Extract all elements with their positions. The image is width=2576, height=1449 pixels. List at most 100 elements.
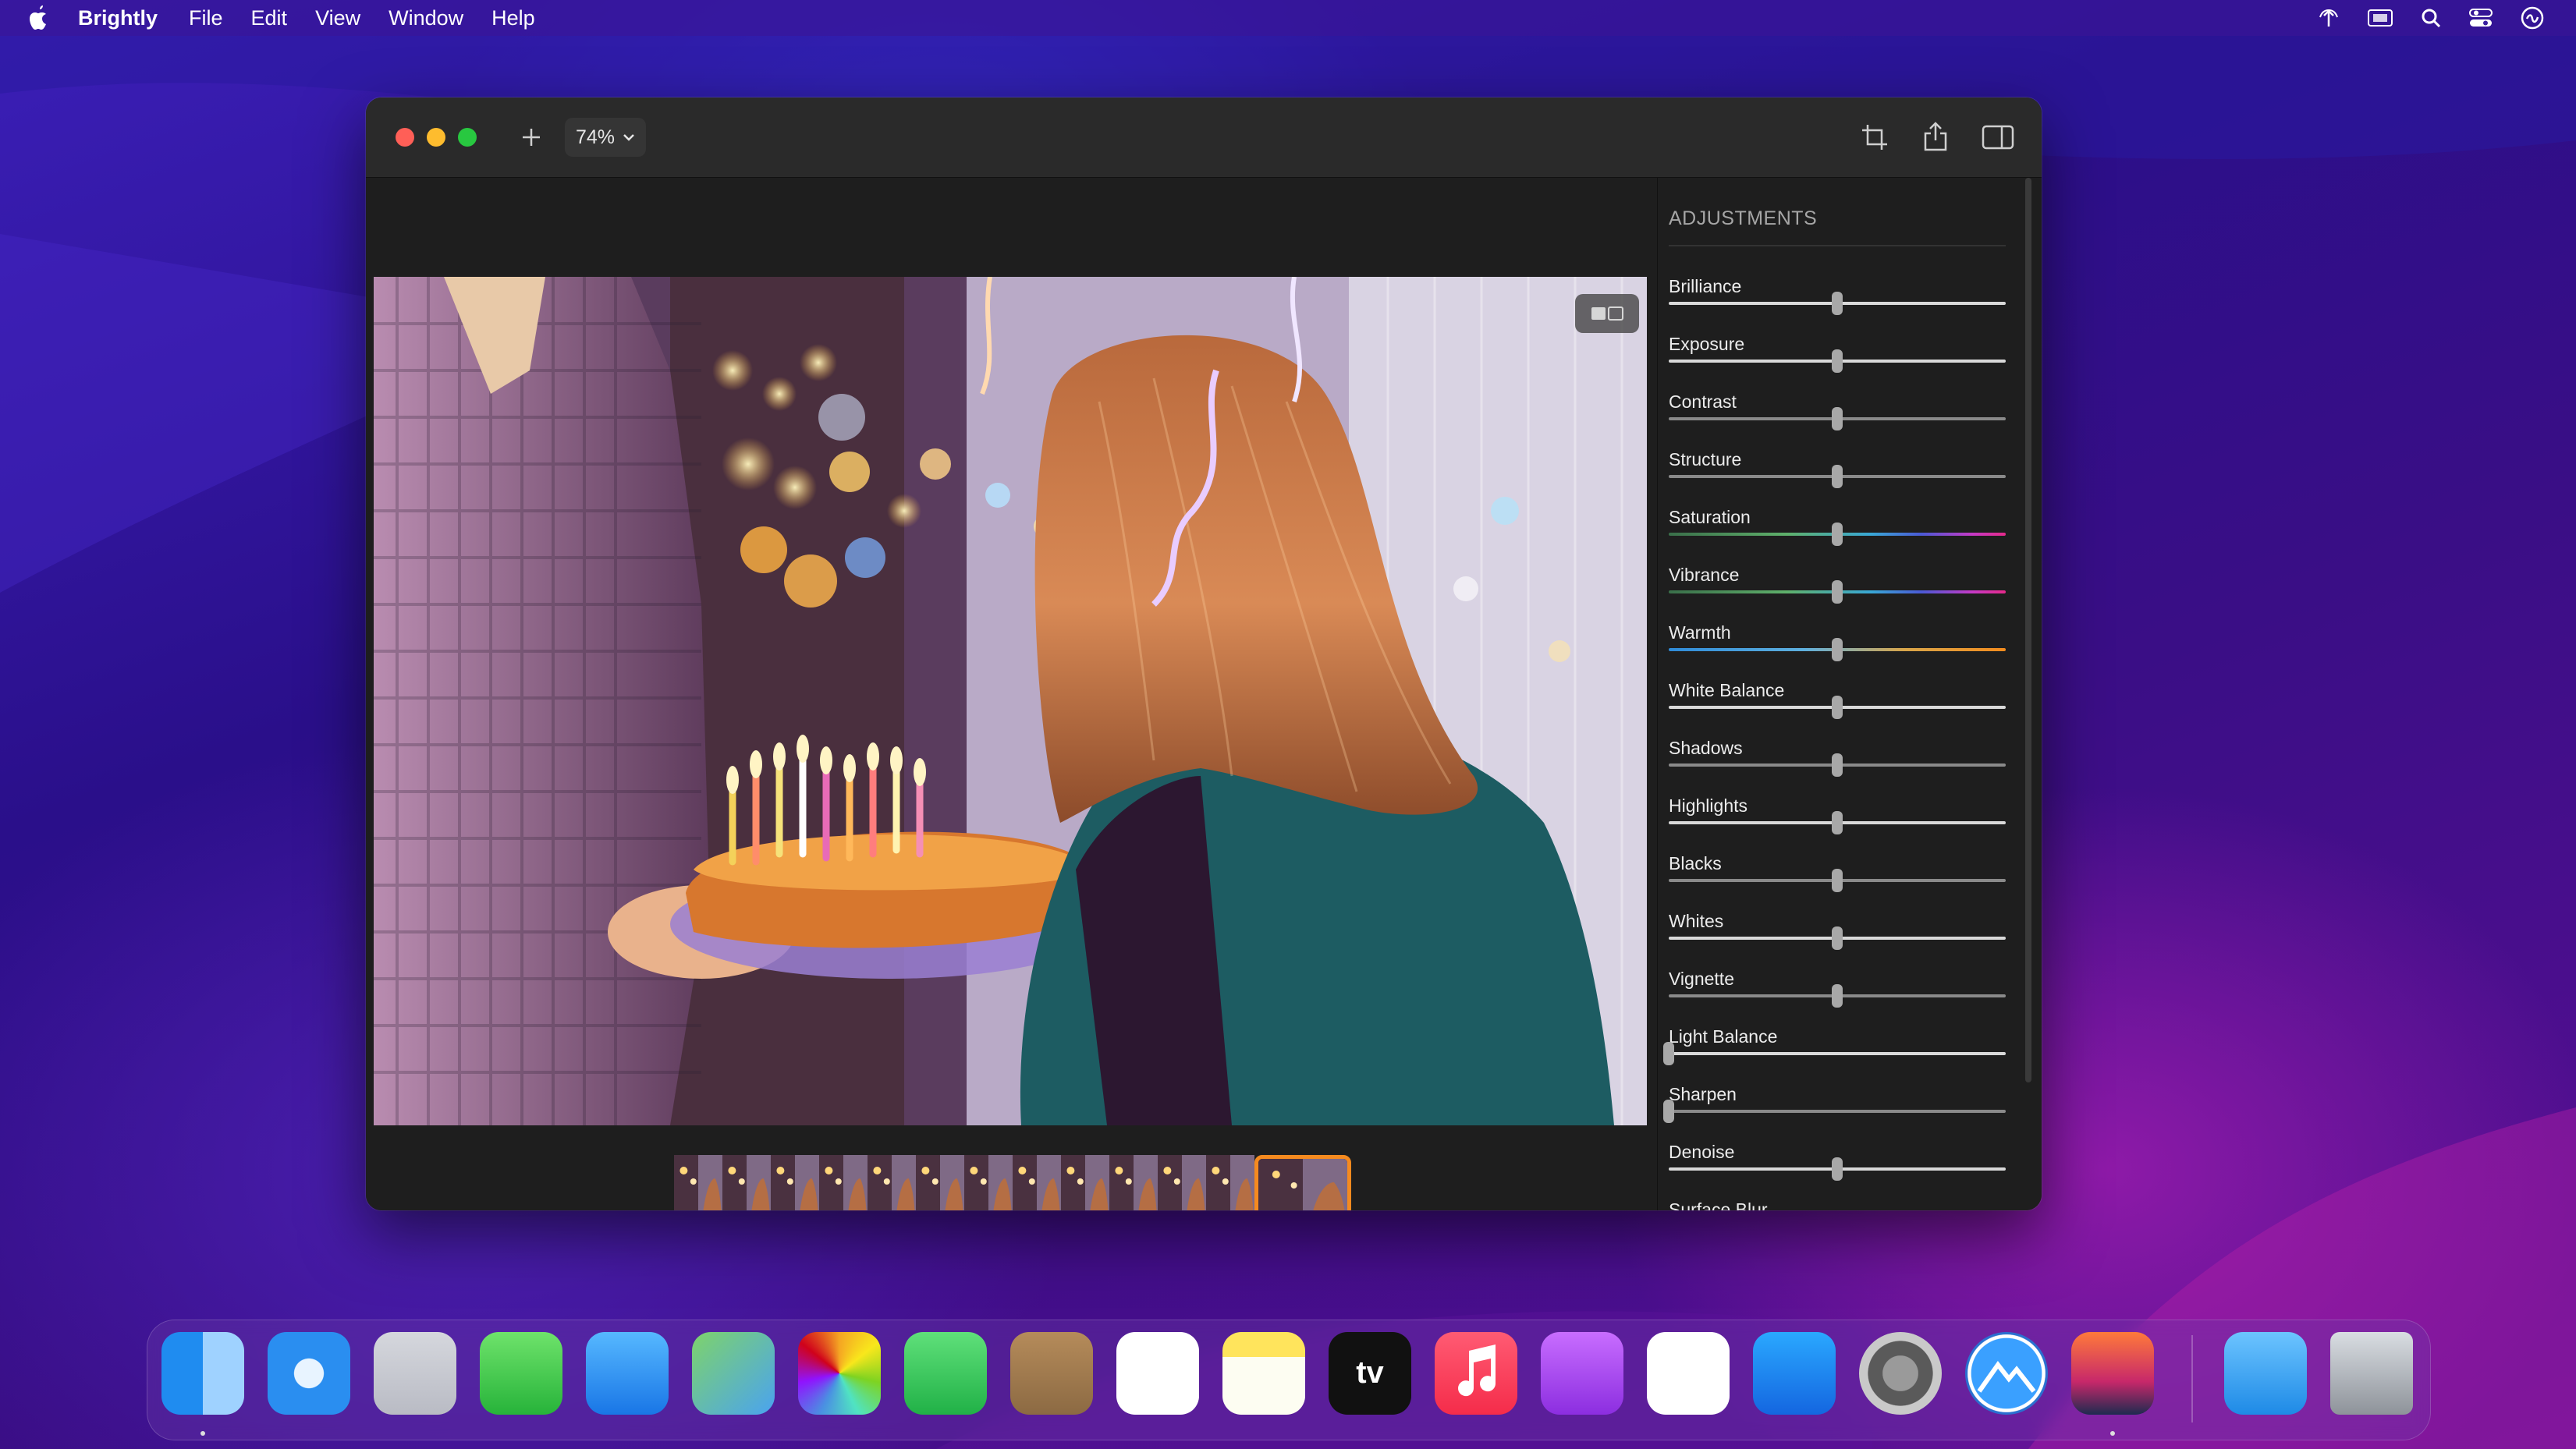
slider-thumb[interactable] — [1832, 984, 1843, 1008]
sidebar-toggle-button[interactable] — [1979, 122, 2017, 152]
slider-label: Structure — [1669, 449, 1742, 469]
slider-warmth: Warmth — [1669, 622, 2006, 680]
slider-label: Exposure — [1669, 334, 1745, 354]
slider-track[interactable] — [1669, 1110, 2006, 1113]
app-menu[interactable]: Brightly — [78, 6, 158, 30]
running-indicator — [200, 1431, 205, 1436]
maps-dock-icon[interactable] — [692, 1332, 775, 1415]
close-button[interactable] — [396, 128, 414, 147]
notes-dock-icon[interactable] — [1222, 1332, 1305, 1415]
news-dock-icon[interactable] — [1647, 1332, 1730, 1415]
sidebar-icon — [1982, 125, 2014, 150]
menu-file[interactable]: File — [189, 6, 223, 30]
downloads-folder-dock-icon[interactable] — [2224, 1332, 2307, 1415]
safari-dock-icon[interactable] — [268, 1332, 350, 1415]
slider-label: Saturation — [1669, 507, 1751, 527]
music-dock-icon[interactable] — [1435, 1332, 1517, 1415]
messages-dock-icon[interactable] — [480, 1332, 562, 1415]
status-area — [2317, 0, 2545, 36]
slider-thumb[interactable] — [1832, 753, 1843, 777]
slider-brilliance: Brilliance — [1669, 276, 2006, 334]
slider-thumb[interactable] — [1663, 1100, 1674, 1123]
slider-thumb[interactable] — [1832, 926, 1843, 950]
slider-thumb[interactable] — [1832, 1157, 1843, 1181]
launchpad-dock-icon[interactable] — [374, 1332, 456, 1415]
slider-thumb[interactable] — [1832, 407, 1843, 430]
slider-vignette: Vignette — [1669, 969, 2006, 1026]
slider-thumb[interactable] — [1832, 811, 1843, 834]
filmstrip-thumb[interactable] — [916, 1155, 964, 1210]
slider-thumb[interactable] — [1832, 869, 1843, 892]
slider-label: Denoise — [1669, 1142, 1735, 1162]
chevron-down-icon — [623, 134, 634, 141]
photo-preview[interactable] — [374, 277, 1647, 1125]
filmstrip-thumb[interactable] — [1061, 1155, 1109, 1210]
share-button[interactable] — [1918, 118, 1953, 155]
dock-separator — [2191, 1335, 2193, 1422]
airdrop-icon[interactable] — [2317, 6, 2340, 30]
slider-label: Sharpen — [1669, 1084, 1737, 1104]
menu-help[interactable]: Help — [491, 6, 535, 30]
photo-canvas — [366, 178, 1656, 1210]
finder-dock-icon[interactable] — [161, 1332, 244, 1415]
facetime-dock-icon[interactable] — [904, 1332, 987, 1415]
darkroom-dock-icon[interactable] — [2071, 1332, 2154, 1415]
tv-dock-icon[interactable]: tv — [1329, 1332, 1411, 1415]
keyboard-icon[interactable] — [2367, 8, 2393, 28]
menu-view[interactable]: View — [315, 6, 360, 30]
slider-label: Surface Blur — [1669, 1199, 1768, 1210]
filmstrip-thumb[interactable] — [722, 1155, 771, 1210]
slider-structure: Structure — [1669, 449, 2006, 507]
plus-icon — [523, 129, 540, 146]
slider-thumb[interactable] — [1832, 349, 1843, 373]
slider-label: Highlights — [1669, 795, 1747, 816]
tv-label: tv — [1356, 1355, 1384, 1390]
filmstrip-thumb[interactable] — [819, 1155, 868, 1210]
filmstrip-thumb[interactable] — [1109, 1155, 1158, 1210]
crop-button[interactable] — [1857, 120, 1892, 154]
filmstrip-thumb[interactable] — [964, 1155, 1013, 1210]
siri-icon[interactable] — [2520, 5, 2545, 30]
app-store-dock-icon[interactable] — [1753, 1332, 1836, 1415]
reminders-dock-icon[interactable] — [1116, 1332, 1199, 1415]
filmstrip-thumb[interactable] — [1158, 1155, 1206, 1210]
zoom-dropdown[interactable]: 74% — [565, 118, 646, 157]
system-settings-dock-icon[interactable] — [1859, 1332, 1942, 1415]
contacts-dock-icon[interactable] — [1010, 1332, 1093, 1415]
slider-thumb[interactable] — [1832, 580, 1843, 604]
panel-scrollbar[interactable] — [2025, 178, 2031, 1082]
filmstrip-thumb[interactable] — [1206, 1155, 1254, 1210]
slider-thumb[interactable] — [1832, 465, 1843, 488]
panel-divider — [1669, 245, 2006, 246]
slider-thumb[interactable] — [1832, 638, 1843, 661]
add-button[interactable] — [516, 122, 547, 153]
slider-track[interactable] — [1669, 1052, 2006, 1055]
trash-dock-icon[interactable] — [2330, 1332, 2413, 1415]
filmstrip-thumb[interactable] — [868, 1155, 916, 1210]
filmstrip-thumb-selected[interactable] — [1254, 1155, 1351, 1210]
control-center-icon[interactable] — [2468, 7, 2493, 29]
filmstrip-thumb[interactable] — [674, 1155, 722, 1210]
share-icon — [1924, 122, 1947, 151]
mail-dock-icon[interactable] — [586, 1332, 669, 1415]
compare-toggle-button[interactable] — [1575, 294, 1639, 333]
minimize-button[interactable] — [427, 128, 445, 147]
slider-label: White Balance — [1669, 680, 1785, 700]
slider-thumb[interactable] — [1832, 292, 1843, 315]
brightly-dock-icon[interactable] — [1965, 1332, 2048, 1415]
search-icon[interactable] — [2420, 7, 2442, 29]
filmstrip-thumb[interactable] — [1013, 1155, 1061, 1210]
menu-window[interactable]: Window — [389, 6, 463, 30]
slider-highlights: Highlights — [1669, 795, 2006, 853]
menu-edit[interactable]: Edit — [251, 6, 288, 30]
zoom-window-button[interactable] — [458, 128, 477, 147]
apple-menu-icon[interactable] — [28, 4, 53, 32]
photos-dock-icon[interactable] — [798, 1332, 881, 1415]
zoom-value: 74% — [575, 126, 616, 148]
crop-icon — [1862, 125, 1887, 150]
slider-thumb[interactable] — [1832, 523, 1843, 546]
slider-thumb[interactable] — [1663, 1042, 1674, 1065]
filmstrip-thumb[interactable] — [771, 1155, 819, 1210]
slider-thumb[interactable] — [1832, 696, 1843, 719]
podcasts-dock-icon[interactable] — [1541, 1332, 1623, 1415]
